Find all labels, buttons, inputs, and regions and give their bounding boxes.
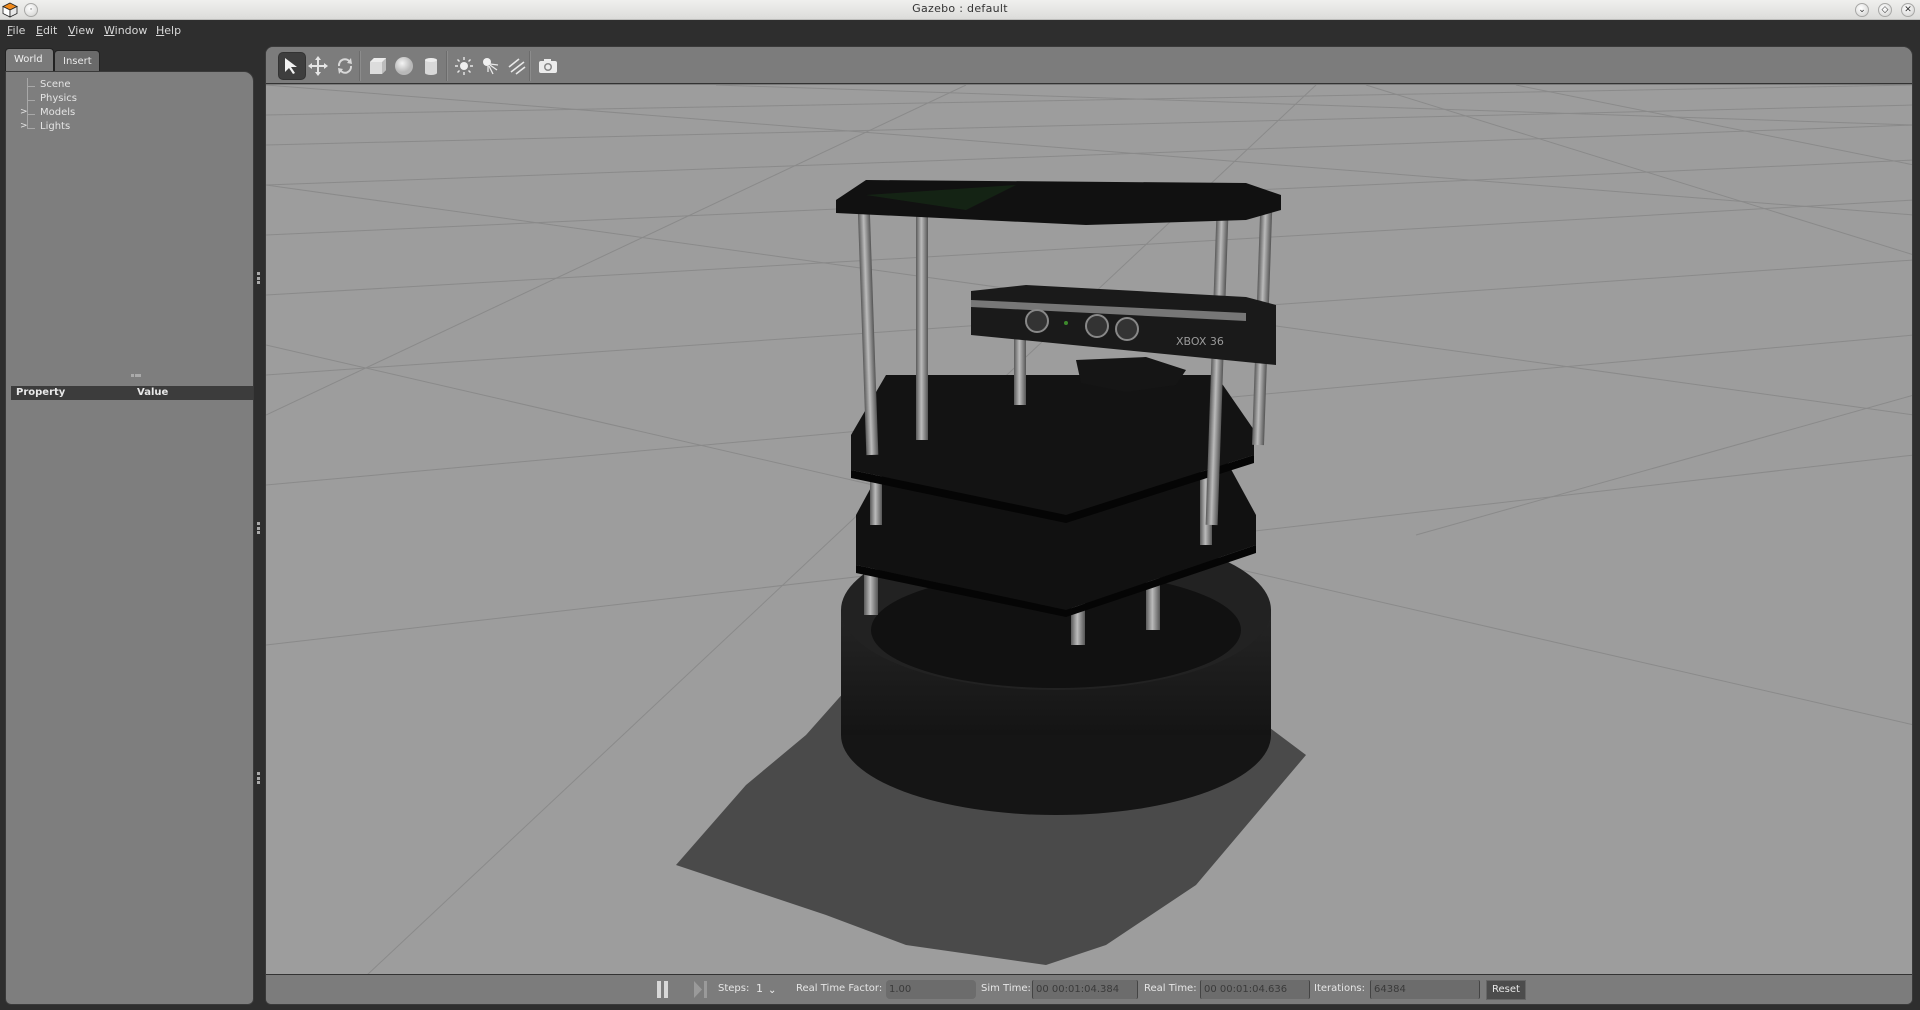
simulation-control-bar: Steps: 1 ⌄ Real Time Factor: Sim Time: R… <box>266 974 1912 1004</box>
world-tree: Scene Physics > Models > Lights <box>14 78 252 378</box>
maximize-button[interactable]: ◇ <box>1878 3 1892 17</box>
tree-item-lights[interactable]: > Lights <box>14 121 214 135</box>
select-mode-button[interactable] <box>278 52 306 80</box>
menu-file[interactable]: File <box>7 24 25 37</box>
directional-light-button[interactable] <box>503 52 531 80</box>
minimize-icon: ⌄ <box>1858 4 1866 15</box>
sim-time-label: Sim Time: <box>981 983 1031 994</box>
chevron-down-icon[interactable]: ⌄ <box>768 985 776 996</box>
tree-branch-line <box>27 86 35 87</box>
menu-window[interactable]: Window <box>104 24 147 37</box>
cylinder-button[interactable] <box>417 52 445 80</box>
camera-icon <box>539 59 557 73</box>
real-time-factor-field[interactable] <box>886 980 976 999</box>
expand-arrow-icon[interactable]: > <box>20 121 28 131</box>
property-table-header: Property Value <box>11 386 253 400</box>
tree-item-models[interactable]: > Models <box>14 107 214 121</box>
3d-viewport[interactable]: XBOX 36 <box>266 85 1912 976</box>
step-button[interactable] <box>694 981 708 998</box>
close-button[interactable]: ✕ <box>1901 3 1915 17</box>
left-splitter-handle[interactable] <box>257 272 261 284</box>
point-light-icon <box>455 57 473 75</box>
close-icon: ✕ <box>1904 4 1912 15</box>
tab-insert[interactable]: Insert <box>54 50 100 72</box>
move-arrows-icon <box>308 56 328 76</box>
left-splitter-handle[interactable] <box>257 522 261 534</box>
toolbar-separator <box>446 51 448 81</box>
iterations-field[interactable] <box>1370 980 1480 999</box>
menu-window-mnemonic: W <box>104 24 115 37</box>
left-splitter-handle[interactable] <box>257 772 261 784</box>
tree-item-label: Lights <box>40 121 71 132</box>
pause-icon <box>657 981 668 998</box>
maximize-icon: ◇ <box>1881 4 1889 15</box>
step-icon <box>694 981 707 998</box>
turtlebot-robot[interactable]: XBOX 36 <box>836 180 1281 815</box>
sphere-icon <box>395 57 413 75</box>
tree-item-physics[interactable]: Physics <box>14 93 214 107</box>
menu-help-label: elp <box>164 24 182 37</box>
tab-world[interactable]: World <box>5 48 54 72</box>
menu-edit[interactable]: Edit <box>36 24 57 37</box>
tree-item-label: Physics <box>40 93 77 104</box>
box-icon <box>370 58 386 74</box>
reset-button[interactable]: Reset <box>1486 980 1526 1000</box>
steps-value: 1 <box>756 982 763 995</box>
menu-edit-label: dit <box>42 24 58 37</box>
column-header-value[interactable]: Value <box>137 387 168 398</box>
left-panel: Scene Physics > Models > Lights Property… <box>5 71 254 1005</box>
toolbar-separator <box>359 51 361 81</box>
steps-label: Steps: <box>718 983 750 994</box>
sphere-button[interactable] <box>390 52 418 80</box>
rotate-icon <box>337 58 353 74</box>
tree-branch-line <box>27 100 35 101</box>
menu-file-label: ile <box>12 24 26 37</box>
tree-branch-line <box>27 114 35 115</box>
arrow-cursor-icon <box>285 58 297 74</box>
screenshot-button[interactable] <box>534 52 562 80</box>
menu-view[interactable]: View <box>68 24 94 37</box>
menu-window-label: indow <box>114 24 148 37</box>
real-time-label: Real Time: <box>1144 983 1197 994</box>
tree-branch-line <box>27 128 35 129</box>
menu-edit-mnemonic: E <box>36 24 43 37</box>
tree-item-label: Models <box>40 107 76 118</box>
directional-light-icon <box>508 58 526 75</box>
real-time-field[interactable] <box>1200 980 1310 999</box>
expand-arrow-icon[interactable]: > <box>20 107 28 117</box>
tree-item-label: Scene <box>40 79 71 90</box>
menubar: File Edit View Window Help <box>0 20 1920 42</box>
translate-mode-button[interactable] <box>304 52 332 80</box>
main-render-frame: XBOX 36 Steps: 1 ⌄ Real Time Factor: Sim… <box>265 46 1913 1005</box>
window-titlebar: · Gazebo : default ⌄ ◇ ✕ <box>0 0 1920 20</box>
toolbar <box>266 47 1912 84</box>
vertical-splitter-handle[interactable] <box>131 374 141 377</box>
sim-time-field[interactable] <box>1032 980 1138 999</box>
menu-view-label: iew <box>75 24 95 37</box>
iterations-label: Iterations: <box>1314 983 1365 994</box>
point-light-button[interactable] <box>450 52 478 80</box>
column-header-property[interactable]: Property <box>16 387 65 398</box>
pause-button[interactable] <box>656 981 670 998</box>
box-button[interactable] <box>364 52 392 80</box>
kinect-label: XBOX 36 <box>1176 335 1224 348</box>
scene-render: XBOX 36 <box>266 85 1912 976</box>
rotate-mode-button[interactable] <box>331 52 359 80</box>
real-time-factor-label: Real Time Factor: <box>796 983 883 994</box>
minimize-button[interactable]: ⌄ <box>1855 3 1869 17</box>
toolbar-separator <box>529 51 531 81</box>
tree-item-scene[interactable]: Scene <box>14 79 214 93</box>
menu-help[interactable]: Help <box>156 24 181 37</box>
spot-light-icon <box>483 58 499 75</box>
spot-light-button[interactable] <box>476 52 504 80</box>
window-title: Gazebo : default <box>912 2 1008 15</box>
cylinder-icon <box>425 58 437 75</box>
